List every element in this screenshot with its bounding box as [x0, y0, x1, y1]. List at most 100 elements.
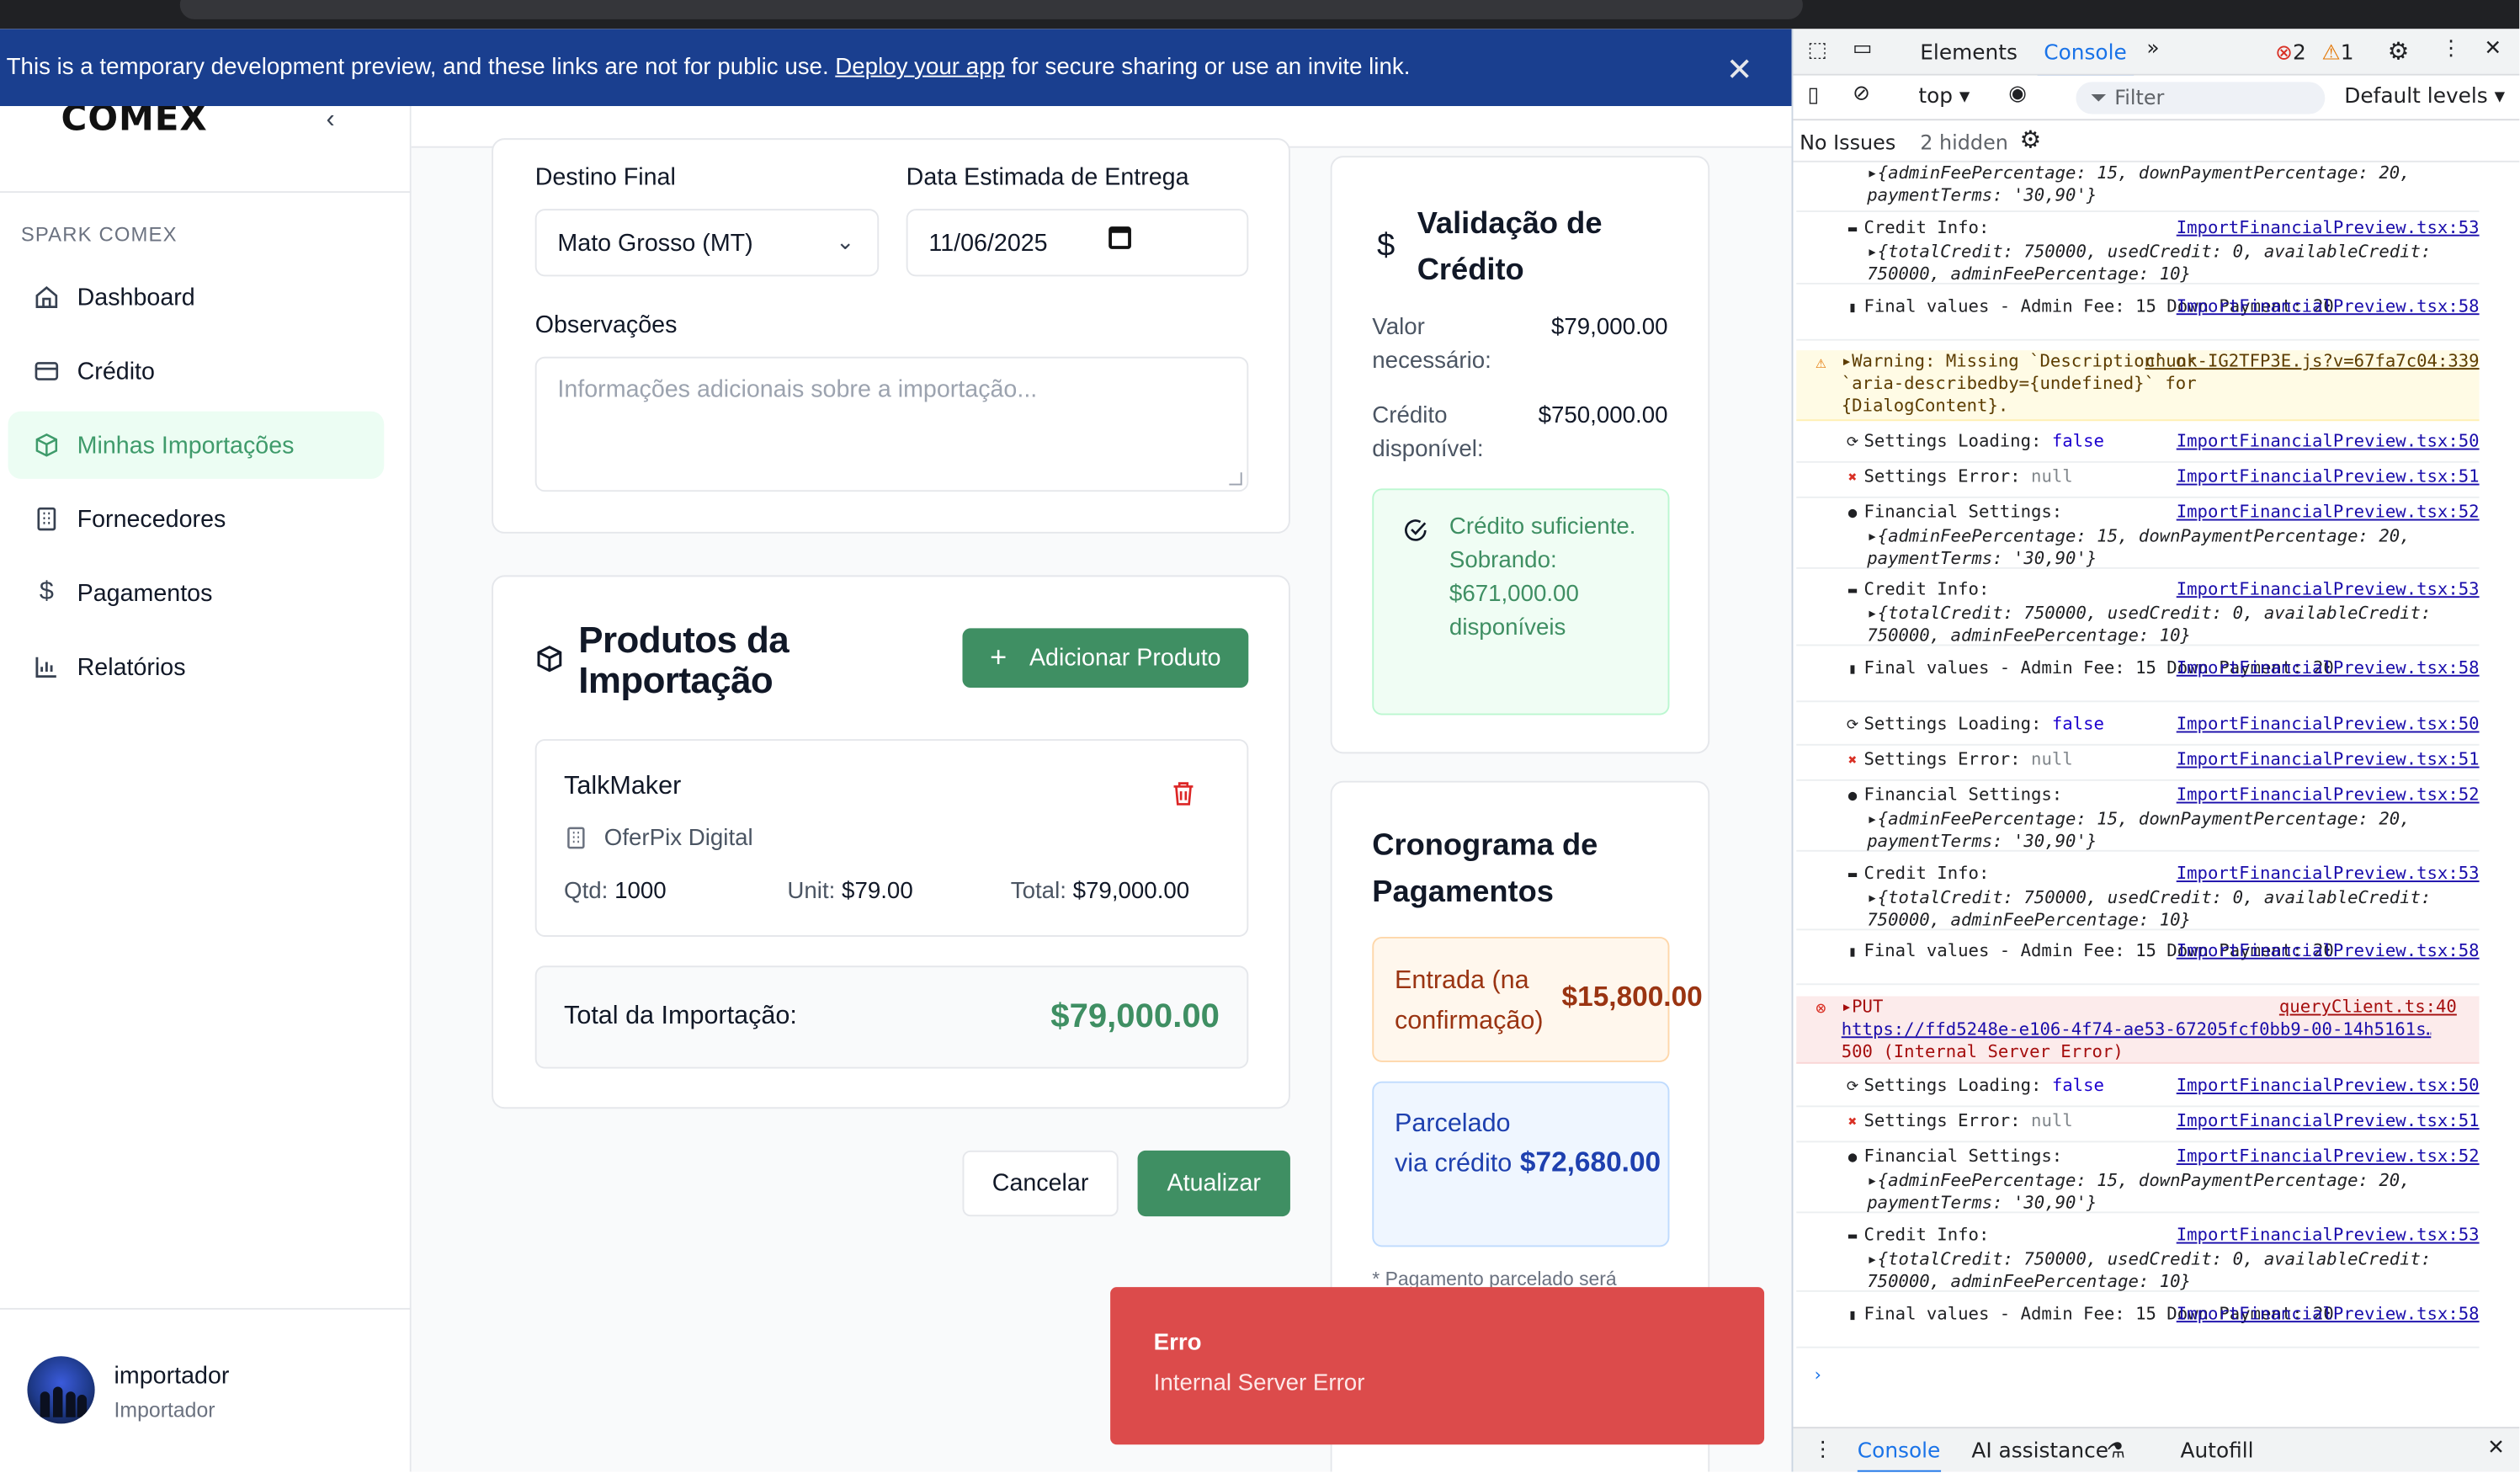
sidebar-section-title: SPARK COMEX: [20, 223, 178, 247]
destino-select[interactable]: Mato Grosso (MT) ⌄: [534, 209, 880, 277]
banner-text: This is a temporary development preview,…: [6, 54, 829, 81]
log-source-link[interactable]: ImportFinancialPreview.tsx:51: [2177, 466, 2480, 489]
more-tabs-icon[interactable]: »: [2146, 37, 2159, 61]
trash-icon[interactable]: [1172, 781, 1196, 815]
kebab-menu-icon[interactable]: ⋮: [1812, 1438, 1833, 1463]
log-object[interactable]: {totalCredit: 750000, usedCredit: 0, ava…: [1867, 603, 2431, 646]
warning-count-icon[interactable]: ⚠1: [2322, 42, 2354, 66]
add-product-button[interactable]: + Adicionar Produto: [962, 628, 1249, 689]
log-source-link[interactable]: ImportFinancialPreview.tsx:52: [2177, 784, 2480, 807]
close-icon[interactable]: ✕: [2484, 37, 2501, 61]
entrada-label: Entrada (na confirmação): [1395, 967, 1544, 1035]
close-icon[interactable]: ✕: [1726, 50, 1753, 90]
product-total: Total: $79,000.00: [1011, 879, 1189, 905]
log-object[interactable]: {totalCredit: 750000, usedCredit: 0, ava…: [1867, 887, 2431, 931]
log-source-link[interactable]: queryClient.ts:40: [2279, 997, 2457, 1019]
warning-count: 1: [2340, 41, 2354, 66]
console-filter-input[interactable]: ⏷ Filter: [2076, 82, 2326, 114]
log-url-link[interactable]: https://ffd5248e-e106-4f74-ae53-67205fcf…: [1796, 1018, 2432, 1041]
card-emoji-icon: ▬: [1847, 1229, 1858, 1246]
log-source-link[interactable]: ImportFinancialPreview.tsx:50: [2177, 1075, 2480, 1098]
log-source-link[interactable]: ImportFinancialPreview.tsx:50: [2177, 431, 2480, 454]
console-prompt-icon[interactable]: ›: [1812, 1364, 1822, 1385]
context-select[interactable]: top ▾: [1918, 85, 1970, 109]
flask-icon: ⚗: [2106, 1439, 2125, 1465]
cancel-button[interactable]: Cancelar: [962, 1150, 1119, 1217]
log-entry: ✖ Settings Error: null ImportFinancialPre…: [1796, 749, 2480, 781]
log-source-link[interactable]: ImportFinancialPreview.tsx:58: [2177, 295, 2480, 318]
import-details-card: Destino Final Mato Grosso (MT) ⌄ Data Es…: [492, 138, 1290, 534]
no-issues-label: No Issues: [1800, 130, 1896, 155]
log-levels-select[interactable]: Default levels ▾: [2344, 85, 2505, 109]
log-entry: ▮ Final values - Admin Fee: 15 Down Payme…: [1796, 295, 2480, 341]
log-object[interactable]: {adminFeePercentage: 15, downPaymentPerc…: [1867, 808, 2410, 852]
log-source-link[interactable]: ImportFinancialPreview.tsx:52: [2177, 1146, 2480, 1168]
obs-placeholder: Informações adicionais sobre a importaçã…: [557, 375, 1038, 404]
calendar-icon[interactable]: [1108, 226, 1131, 249]
log-source-link[interactable]: ImportFinancialPreview.tsx:53: [2177, 1225, 2480, 1247]
parcelado-label: Parcelado via crédito: [1395, 1110, 1513, 1178]
log-object[interactable]: {totalCredit: 750000, usedCredit: 0, ava…: [1867, 1248, 2431, 1292]
log-object[interactable]: {totalCredit: 750000, usedCredit: 0, ava…: [1867, 241, 2431, 284]
log-source-link[interactable]: ImportFinancialPreview.tsx:51: [2177, 749, 2480, 772]
log-object[interactable]: {adminFeePercentage: 15, downPaymentPerc…: [1867, 525, 2410, 569]
sidebar-item-credito[interactable]: Crédito: [8, 338, 385, 405]
log-text: Settings Error:: [1863, 465, 2021, 487]
data-label: Data Estimada de Entrega: [906, 163, 1189, 192]
refresh-emoji-icon: ⟳: [1846, 1079, 1859, 1096]
resize-grip-icon[interactable]: [1229, 472, 1242, 486]
log-source-link[interactable]: ImportFinancialPreview.tsx:51: [2177, 1110, 2480, 1133]
hidden-count[interactable]: 2 hidden: [1920, 130, 2008, 155]
credit-title: Validação de Crédito: [1417, 207, 1603, 288]
eye-icon[interactable]: ◉: [2008, 82, 2027, 106]
sidebar-item-label: Pagamentos: [77, 579, 213, 607]
sidebar-toggle-icon[interactable]: ▯: [1808, 83, 1820, 108]
log-source-link[interactable]: ImportFinancialPreview.tsx:58: [2177, 940, 2480, 963]
issues-bar: No Issues 2 hidden ⚙: [1793, 120, 2520, 162]
needed-label: Valor necessário:: [1372, 315, 1491, 375]
sidebar-item-fornecedores[interactable]: Fornecedores: [8, 486, 385, 553]
error-toast[interactable]: Erro Internal Server Error: [1110, 1287, 1765, 1445]
sidebar-item-pagamentos[interactable]: $ Pagamentos: [8, 559, 385, 626]
drawer-tab-ai[interactable]: AI assistance: [1971, 1439, 2108, 1464]
log-source-link[interactable]: ImportFinancialPreview.tsx:53: [2177, 863, 2480, 885]
log-text: Credit Info:: [1863, 1224, 1990, 1246]
log-source-link[interactable]: ImportFinancialPreview.tsx:53: [2177, 217, 2480, 240]
needed-value: $79,000.00: [1550, 315, 1668, 341]
drawer-tab-autofill[interactable]: Autofill: [2181, 1439, 2254, 1464]
log-warning: ⚠ ▸Warning: Missing `Description` or `ar…: [1796, 350, 2480, 422]
sidebar-item-dashboard[interactable]: Dashboard: [8, 263, 385, 331]
error-count-icon[interactable]: ⊗2: [2275, 42, 2306, 66]
observacoes-textarea[interactable]: Informações adicionais sobre a importaçã…: [534, 356, 1249, 492]
drawer-tab-console[interactable]: Console: [1857, 1439, 1941, 1472]
product-unit: Unit: $79.00: [787, 879, 912, 905]
log-source-link[interactable]: ImportFinancialPreview.tsx:53: [2177, 578, 2480, 601]
date-input[interactable]: 11/06/2025: [906, 209, 1249, 277]
log-source-link[interactable]: ImportFinancialPreview.tsx:58: [2177, 657, 2480, 680]
log-status: 500 (Internal Server Error): [1841, 1041, 2124, 1062]
gear-icon[interactable]: ⚙: [2020, 125, 2042, 154]
log-source-link[interactable]: chunk-IG2TFP3E.js?v=67fa7c04:339: [2145, 350, 2479, 373]
log-source-link[interactable]: ImportFinancialPreview.tsx:52: [2177, 502, 2480, 524]
sidebar-item-importacoes[interactable]: Minhas Importações: [8, 411, 385, 479]
log-object[interactable]: {adminFeePercentage: 15, downPaymentPerc…: [1867, 162, 2410, 206]
update-button[interactable]: Atualizar: [1137, 1150, 1290, 1217]
address-bar[interactable]: [179, 0, 1803, 19]
avatar[interactable]: [27, 1356, 95, 1424]
deploy-link[interactable]: Deploy your app: [835, 55, 1005, 81]
log-source-link[interactable]: ImportFinancialPreview.tsx:58: [2177, 1303, 2480, 1326]
clear-console-icon[interactable]: ⊘: [1853, 82, 1870, 106]
log-source-link[interactable]: ImportFinancialPreview.tsx:50: [2177, 714, 2480, 736]
inspect-icon[interactable]: ⬚: [1808, 39, 1827, 63]
device-toolbar-icon[interactable]: ▭: [1853, 37, 1872, 61]
obs-label: Observações: [534, 311, 678, 339]
close-icon[interactable]: ✕: [2487, 1437, 2505, 1461]
kebab-menu-icon[interactable]: ⋮: [2441, 37, 2462, 61]
import-total-box: Total da Importação: $79,000.00: [534, 965, 1249, 1069]
log-object[interactable]: {adminFeePercentage: 15, downPaymentPerc…: [1867, 1170, 2410, 1214]
chevron-left-icon[interactable]: ‹: [327, 106, 335, 135]
sidebar-item-relatorios[interactable]: Relatórios: [8, 633, 385, 700]
tab-console[interactable]: Console: [2037, 42, 2133, 79]
gear-icon[interactable]: ⚙: [2388, 37, 2410, 66]
tab-elements[interactable]: Elements: [1920, 42, 2018, 66]
